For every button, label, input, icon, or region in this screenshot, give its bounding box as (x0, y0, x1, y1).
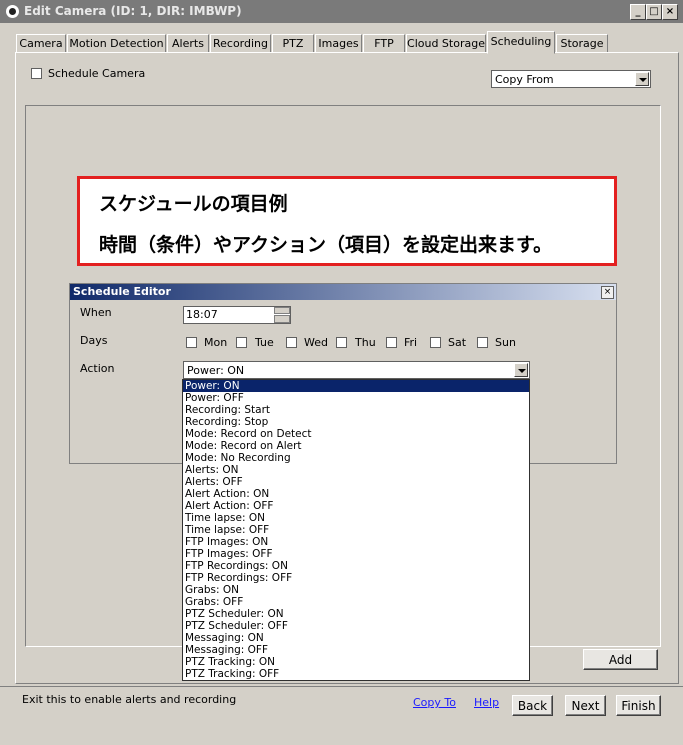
chevron-down-icon[interactable] (514, 363, 528, 377)
day-mon-checkbox[interactable] (186, 337, 197, 348)
action-option[interactable]: Messaging: OFF (183, 644, 529, 656)
next-button[interactable]: Next (565, 695, 606, 716)
annotation-box: スケジュールの項目例 時間（条件）やアクション（項目）を設定出来ます。 (77, 176, 617, 266)
schedule-camera-checkbox[interactable] (31, 68, 42, 79)
when-label: When (80, 306, 112, 319)
action-option[interactable]: Power: ON (183, 380, 529, 392)
annotation-line-2: 時間（条件）やアクション（項目）を設定出来ます。 (99, 234, 553, 256)
action-option[interactable]: Grabs: OFF (183, 596, 529, 608)
tab-motion-detection[interactable]: Motion Detection (67, 34, 166, 53)
action-option[interactable]: Alert Action: OFF (183, 500, 529, 512)
tab-camera[interactable]: Camera (16, 34, 66, 53)
action-option[interactable]: FTP Recordings: ON (183, 560, 529, 572)
day-tue-checkbox[interactable] (236, 337, 247, 348)
day-sun-checkbox[interactable] (477, 337, 488, 348)
copy-from-value: Copy From (495, 73, 554, 86)
day-wed-label: Wed (304, 336, 328, 349)
copy-from-select[interactable]: Copy From (491, 70, 651, 88)
editor-title-bar: Schedule Editor × (70, 284, 616, 300)
finish-button[interactable]: Finish (616, 695, 661, 716)
action-option[interactable]: Recording: Start (183, 404, 529, 416)
camera-app-icon (6, 5, 19, 18)
day-thu-label: Thu (355, 336, 376, 349)
action-option[interactable]: PTZ Tracking: OFF (183, 668, 529, 680)
action-option[interactable]: Time lapse: ON (183, 512, 529, 524)
action-option[interactable]: Recording: Stop (183, 416, 529, 428)
day-sun-label: Sun (495, 336, 516, 349)
action-select[interactable]: Power: ON (183, 361, 530, 379)
editor-title: Schedule Editor (73, 285, 171, 298)
action-option[interactable]: FTP Images: ON (183, 536, 529, 548)
tab-ptz[interactable]: PTZ (272, 34, 314, 53)
action-option[interactable]: Alerts: ON (183, 464, 529, 476)
minimize-button[interactable]: _ (630, 4, 646, 20)
window-title: Edit Camera (ID: 1, DIR: IMBWP) (24, 4, 242, 18)
action-option[interactable]: FTP Recordings: OFF (183, 572, 529, 584)
status-text: Exit this to enable alerts and recording (22, 693, 237, 706)
action-option[interactable]: PTZ Scheduler: ON (183, 608, 529, 620)
close-icon[interactable]: × (601, 286, 614, 299)
action-option[interactable]: Grabs: ON (183, 584, 529, 596)
back-button[interactable]: Back (512, 695, 553, 716)
action-value: Power: ON (187, 364, 245, 377)
day-sat-checkbox[interactable] (430, 337, 441, 348)
spin-up-icon[interactable] (274, 307, 290, 314)
tab-images[interactable]: Images (315, 34, 362, 53)
footer-divider (0, 686, 683, 687)
day-fri-checkbox[interactable] (386, 337, 397, 348)
action-option[interactable]: Alerts: OFF (183, 476, 529, 488)
tab-ftp[interactable]: FTP (363, 34, 405, 53)
spin-down-icon[interactable] (274, 315, 290, 323)
tab-recording[interactable]: Recording (210, 34, 271, 53)
action-option[interactable]: Mode: Record on Alert (183, 440, 529, 452)
annotation-line-1: スケジュールの項目例 (99, 193, 288, 215)
schedule-camera-label: Schedule Camera (48, 67, 146, 80)
day-thu-checkbox[interactable] (336, 337, 347, 348)
day-wed-checkbox[interactable] (286, 337, 297, 348)
close-button[interactable]: × (662, 4, 678, 20)
action-option[interactable]: FTP Images: OFF (183, 548, 529, 560)
days-label: Days (80, 334, 108, 347)
tab-cloud-storage[interactable]: Cloud Storage (406, 34, 486, 53)
tab-scheduling[interactable]: Scheduling (487, 31, 555, 54)
day-mon-label: Mon (204, 336, 228, 349)
chevron-down-icon[interactable] (635, 72, 649, 86)
action-option[interactable]: Mode: Record on Detect (183, 428, 529, 440)
day-fri-label: Fri (404, 336, 418, 349)
action-option[interactable]: Messaging: ON (183, 632, 529, 644)
help-link[interactable]: Help (474, 696, 499, 709)
maximize-button[interactable]: □ (646, 4, 662, 20)
add-button[interactable]: Add (583, 649, 658, 670)
action-option[interactable]: PTZ Tracking: ON (183, 656, 529, 668)
title-bar: Edit Camera (ID: 1, DIR: IMBWP) _ □ × (0, 0, 683, 23)
tab-storage[interactable]: Storage (556, 34, 608, 53)
action-options-list[interactable]: Power: ON Power: OFF Recording: Start Recor… (182, 379, 530, 681)
action-label: Action (80, 362, 115, 375)
copy-to-link[interactable]: Copy To (413, 696, 456, 709)
when-time-value: 18:07 (186, 308, 218, 321)
day-tue-label: Tue (255, 336, 274, 349)
action-option[interactable]: Mode: No Recording (183, 452, 529, 464)
action-option[interactable]: PTZ Scheduler: OFF (183, 620, 529, 632)
action-option[interactable]: Alert Action: ON (183, 488, 529, 500)
when-time-input[interactable]: 18:07 (183, 306, 291, 324)
tab-alerts[interactable]: Alerts (167, 34, 209, 53)
action-option[interactable]: Power: OFF (183, 392, 529, 404)
action-option[interactable]: Time lapse: OFF (183, 524, 529, 536)
day-sat-label: Sat (448, 336, 467, 349)
